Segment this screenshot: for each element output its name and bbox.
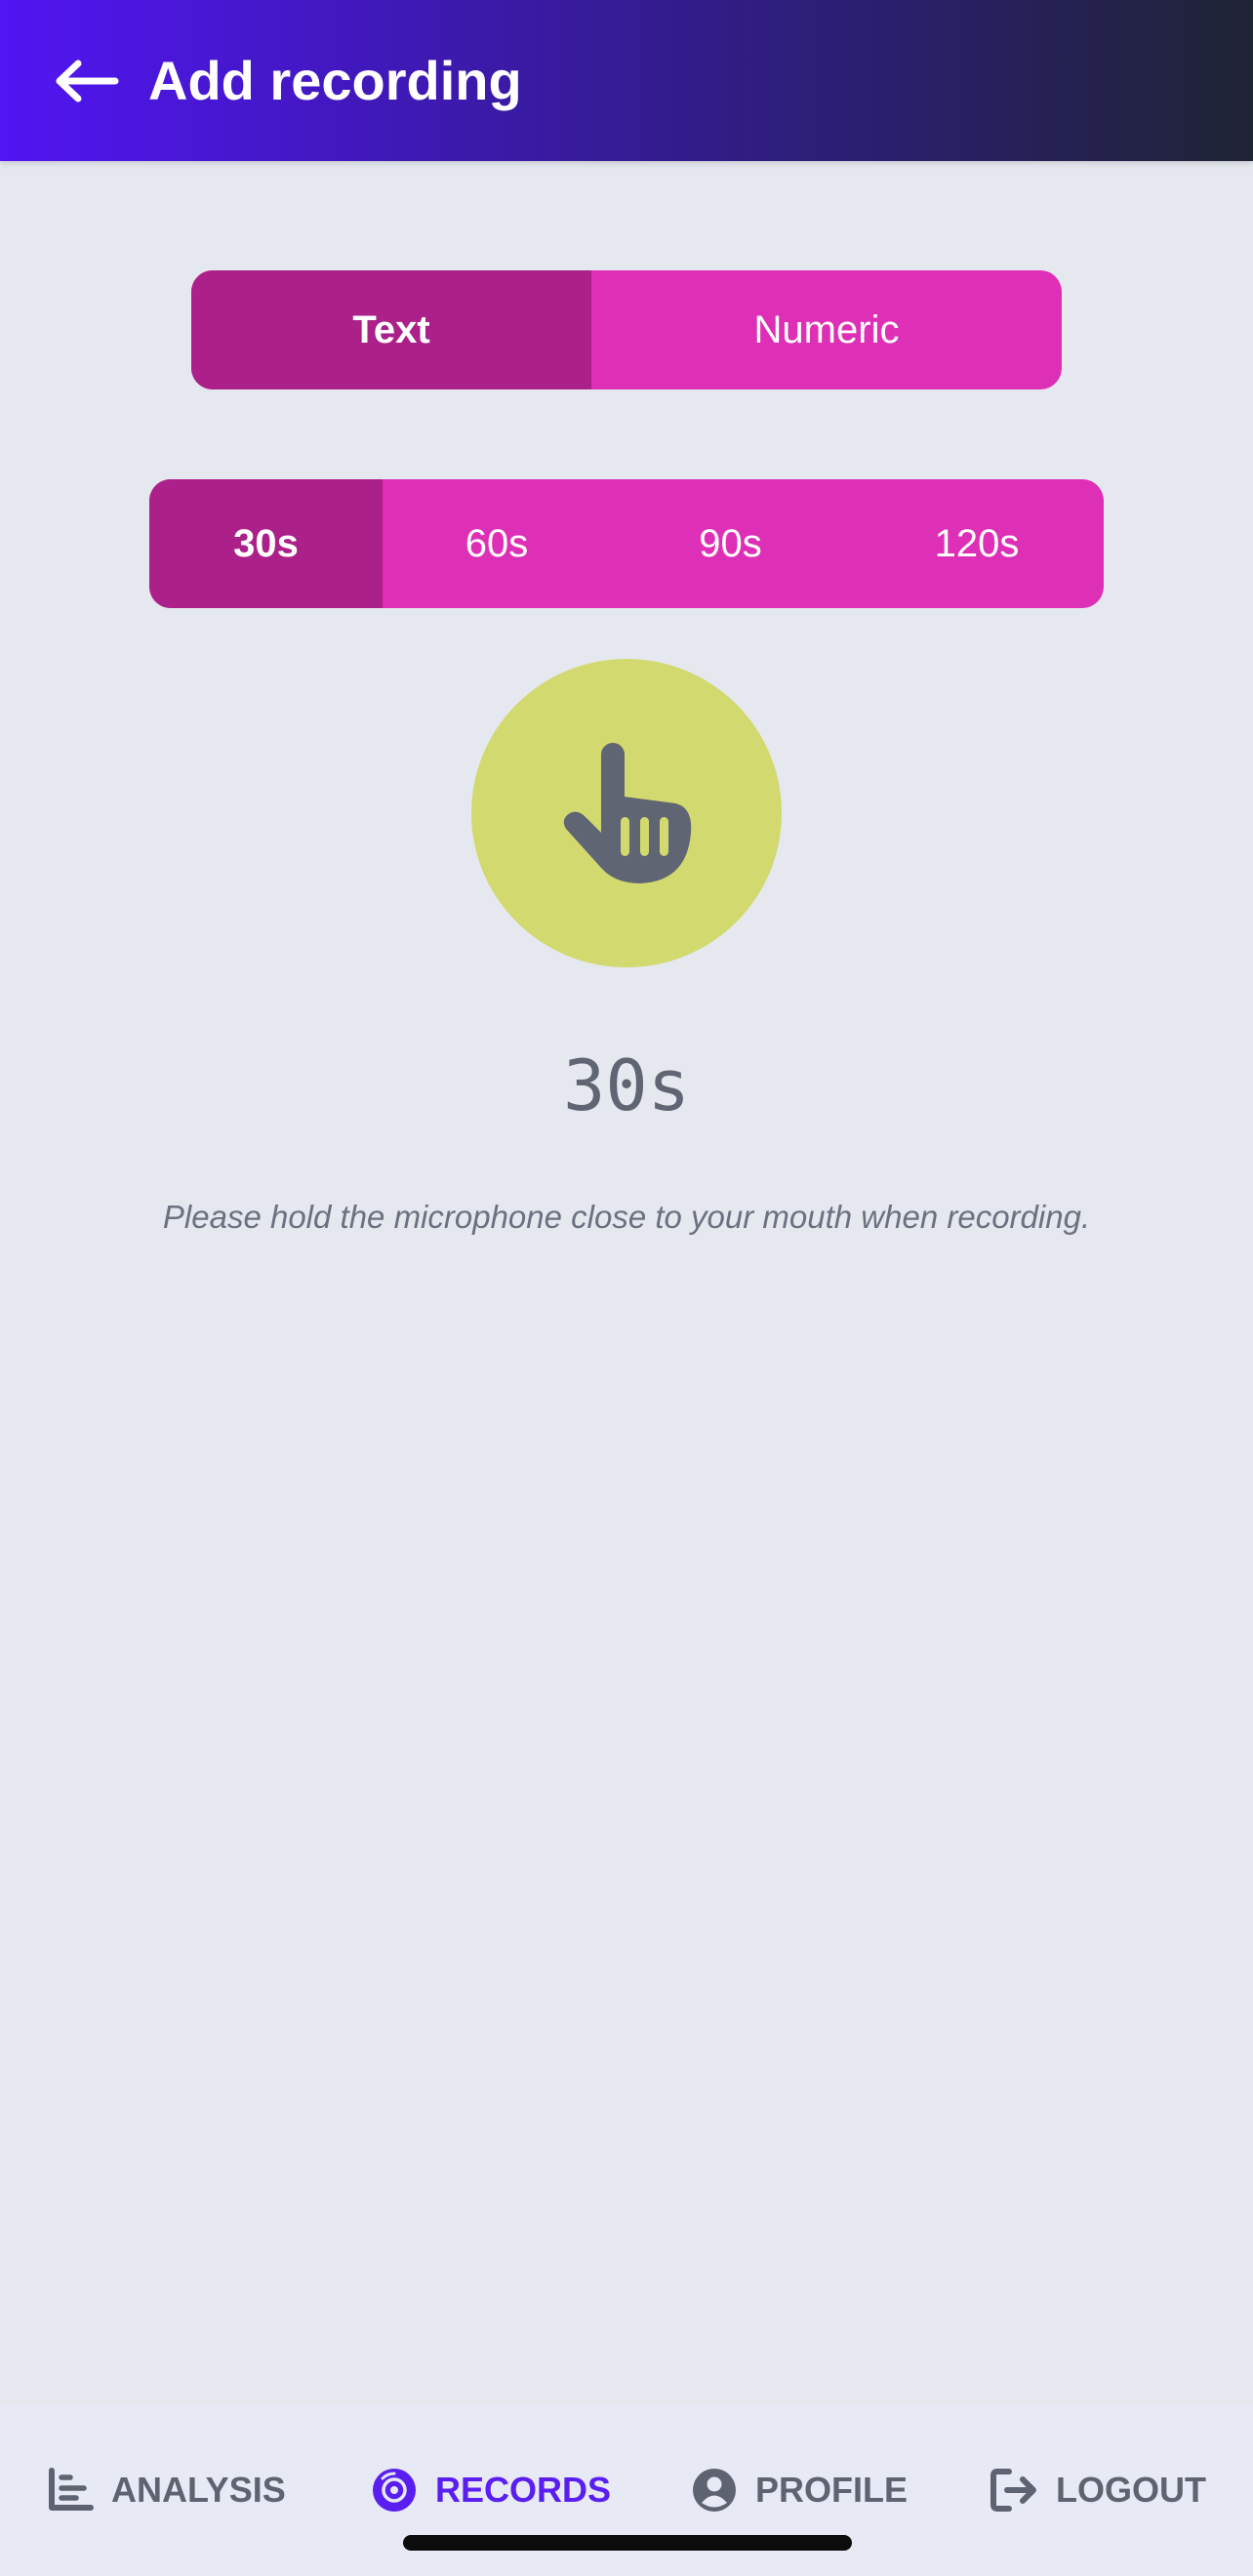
recording-timer: 30s [562, 1044, 691, 1126]
app-header: Add recording [0, 0, 1253, 161]
bar-chart-icon [47, 2468, 94, 2513]
vinyl-record-icon [371, 2467, 418, 2514]
mode-selector: Text Numeric [191, 270, 1062, 389]
back-button[interactable] [53, 51, 121, 111]
duration-option-90s[interactable]: 90s [611, 479, 850, 608]
home-indicator [403, 2535, 852, 2551]
pointing-hand-icon [563, 743, 692, 883]
nav-item-analysis[interactable]: ANALYSIS [47, 2443, 286, 2537]
duration-option-60s[interactable]: 60s [383, 479, 611, 608]
nav-label-profile: PROFILE [755, 2470, 909, 2510]
nav-item-logout[interactable]: LOGOUT [990, 2443, 1206, 2537]
record-button[interactable] [471, 659, 782, 967]
user-circle-icon [691, 2467, 738, 2514]
nav-item-profile[interactable]: PROFILE [691, 2443, 908, 2537]
logout-icon [990, 2468, 1038, 2513]
mode-option-text[interactable]: Text [191, 270, 591, 389]
recording-hint: Please hold the microphone close to your… [162, 1199, 1091, 1235]
duration-option-120s[interactable]: 120s [850, 479, 1104, 608]
app-screen: Add recording Text Numeric 30s 60s 90s 1… [0, 0, 1253, 2576]
nav-label-logout: LOGOUT [1056, 2470, 1206, 2510]
arrow-left-icon [56, 60, 119, 102]
nav-item-records[interactable]: RECORDS [371, 2443, 611, 2537]
nav-label-analysis: ANALYSIS [111, 2470, 286, 2510]
duration-selector: 30s 60s 90s 120s [149, 479, 1104, 608]
duration-option-30s[interactable]: 30s [149, 479, 383, 608]
page-title: Add recording [148, 50, 522, 111]
nav-label-records: RECORDS [435, 2470, 612, 2510]
mode-option-numeric[interactable]: Numeric [591, 270, 1062, 389]
